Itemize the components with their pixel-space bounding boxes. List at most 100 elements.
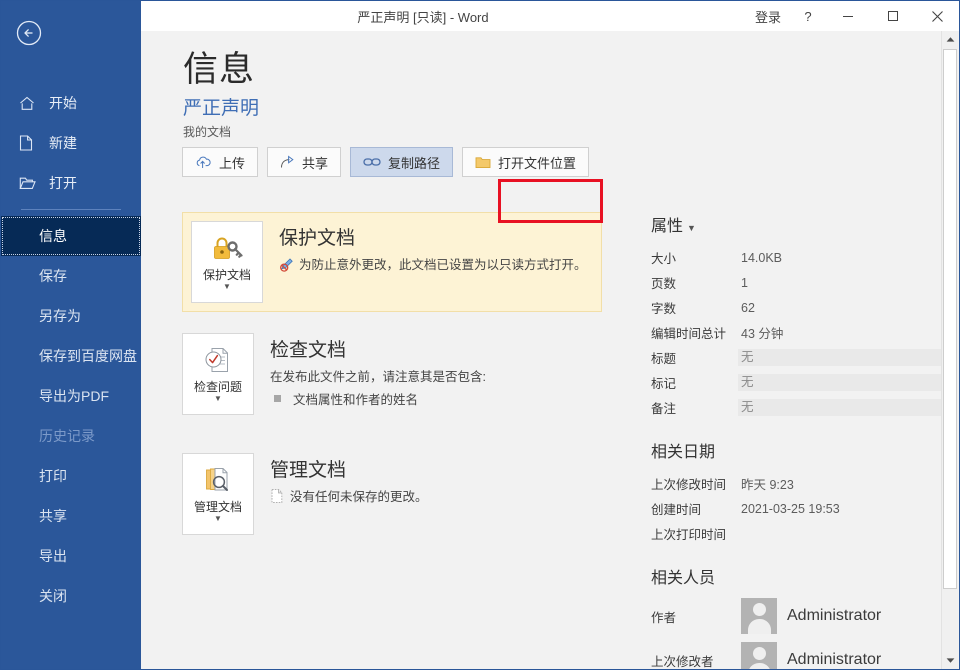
action-label: 共享	[302, 153, 328, 172]
check-for-issues-button[interactable]: 检查问题 ▼	[182, 333, 254, 415]
window-controls: 登录 ?	[745, 1, 960, 31]
card-line-text: 在发布此文件之前，请注意其是否包含:	[270, 368, 486, 386]
back-arrow-icon[interactable]	[9, 13, 49, 53]
people-heading: 相关人员	[651, 564, 941, 588]
sidebar-item-history[interactable]: 历史记录	[1, 416, 141, 456]
avatar	[741, 598, 777, 634]
copy-path-button[interactable]: 复制路径	[350, 147, 453, 177]
protect-document-button[interactable]: 保护文档 ▼	[191, 221, 263, 303]
sidebar-item-share[interactable]: 共享	[1, 496, 141, 536]
sidebar-item-open[interactable]: 打开	[1, 163, 141, 203]
upload-button[interactable]: 上传	[182, 147, 258, 177]
properties-panel: 属性 ▼ 大小 14.0KB 页数 1 字数 62 编辑时间总计 43 分钟 标…	[651, 212, 941, 669]
property-key: 大小	[651, 248, 741, 267]
sidebar-item-save-as[interactable]: 另存为	[1, 296, 141, 336]
sign-in-button[interactable]: 登录	[745, 1, 791, 31]
property-key: 标记	[651, 373, 741, 392]
person-value[interactable]: Administrator	[787, 607, 881, 625]
card-heading: 保护文档	[279, 223, 587, 250]
sidebar-item-home[interactable]: 开始	[1, 83, 141, 123]
card-line: 在发布此文件之前，请注意其是否包含:	[270, 368, 486, 386]
document-path: 我的文档	[183, 123, 231, 140]
link-icon	[363, 156, 381, 168]
card-line: 为防止意外更改，此文档已设置为以只读方式打开。	[279, 256, 587, 274]
sidebar-item-save-to-baidu[interactable]: 保存到百度网盘	[1, 336, 141, 376]
action-button-row: 上传 共享 复制路径	[182, 147, 589, 177]
open-file-location-button[interactable]: 打开文件位置	[462, 147, 589, 177]
chevron-down-icon[interactable]: ▼	[687, 223, 696, 233]
manage-document-button[interactable]: 管理文档 ▼	[182, 453, 254, 535]
sidebar-item-label: 关闭	[39, 586, 67, 606]
property-value[interactable]: 无	[738, 399, 941, 416]
sidebar-item-label: 另存为	[39, 306, 81, 326]
avatar	[741, 642, 777, 669]
property-key: 页数	[651, 273, 741, 292]
sidebar-item-export-pdf[interactable]: 导出为PDF	[1, 376, 141, 416]
new-document-icon	[19, 135, 41, 151]
card-bullet: 文档属性和作者的姓名	[270, 389, 486, 408]
sidebar-item-print[interactable]: 打印	[1, 456, 141, 496]
sidebar-item-label: 共享	[39, 506, 67, 526]
lock-key-icon	[210, 232, 244, 266]
chevron-down-icon[interactable]: ▼	[214, 395, 222, 403]
backstage-info-pane: 信息 严正声明 我的文档 上传	[141, 31, 944, 669]
folder-icon	[475, 156, 491, 169]
big-button-label: 检查问题	[186, 380, 250, 395]
person-row-last-modified-by: 上次修改者 Administrator	[651, 641, 941, 669]
card-bullet-text: 文档属性和作者的姓名	[293, 389, 418, 408]
property-value[interactable]: 62	[741, 301, 941, 315]
sidebar-item-new[interactable]: 新建	[1, 123, 141, 163]
sidebar-item-label: 信息	[39, 226, 67, 246]
backstage-sidebar: 开始 新建 打开 信息 保存	[1, 1, 141, 670]
action-label: 复制路径	[388, 153, 440, 172]
share-button[interactable]: 共享	[267, 147, 341, 177]
inspect-document-card: 检查问题 ▼ 检查文档 在发布此文件之前，请注意其是否包含: 文档属性和作者的姓…	[182, 333, 602, 443]
property-row-title: 标题 无	[651, 345, 941, 370]
scrollbar-thumb[interactable]	[943, 49, 957, 589]
date-row-modified: 上次修改时间 昨天 9:23	[651, 471, 941, 496]
word-backstage-window: 开始 新建 打开 信息 保存	[0, 0, 960, 670]
sidebar-item-export[interactable]: 导出	[1, 536, 141, 576]
spacer	[651, 420, 941, 438]
scroll-down-arrow-icon[interactable]	[942, 652, 958, 669]
scroll-up-arrow-icon[interactable]	[942, 31, 958, 48]
home-icon	[19, 95, 41, 111]
person-key: 上次修改者	[651, 641, 741, 669]
property-value[interactable]: 14.0KB	[741, 251, 941, 265]
chevron-down-icon[interactable]: ▼	[214, 515, 222, 523]
dates-heading-label: 相关日期	[651, 438, 715, 462]
date-key: 上次打印时间	[651, 524, 741, 543]
property-value[interactable]: 43 分钟	[741, 323, 941, 342]
card-body: 保护文档 为防止意外更改，此文档已设置为以只读方式打开。	[279, 221, 587, 303]
person-key: 作者	[651, 597, 741, 626]
bullet-square-icon	[274, 395, 281, 402]
property-value[interactable]: 无	[738, 374, 941, 391]
chevron-down-icon[interactable]: ▼	[223, 283, 231, 291]
sidebar-item-label: 打开	[49, 173, 77, 193]
minimize-button[interactable]	[825, 1, 870, 31]
card-line-text: 为防止意外更改，此文档已设置为以只读方式打开。	[299, 256, 587, 274]
sidebar-item-close[interactable]: 关闭	[1, 576, 141, 616]
document-name: 严正声明	[183, 93, 259, 120]
maximize-button[interactable]	[870, 1, 915, 31]
vertical-scrollbar[interactable]	[941, 31, 958, 669]
card-heading: 检查文档	[270, 335, 486, 362]
property-row-comments: 备注 无	[651, 395, 941, 420]
properties-heading[interactable]: 属性 ▼	[651, 212, 941, 236]
sidebar-item-save[interactable]: 保存	[1, 256, 141, 296]
sidebar-item-label: 保存到百度网盘	[39, 346, 137, 366]
date-key: 上次修改时间	[651, 474, 741, 493]
people-heading-label: 相关人员	[651, 564, 715, 588]
property-row-pages: 页数 1	[651, 270, 941, 295]
sidebar-item-label: 新建	[49, 133, 77, 153]
page-title: 信息	[183, 41, 255, 92]
property-key: 编辑时间总计	[651, 323, 741, 342]
close-button[interactable]	[915, 1, 960, 31]
sidebar-item-info[interactable]: 信息	[1, 216, 141, 256]
help-icon[interactable]: ?	[791, 1, 825, 31]
open-folder-icon	[19, 175, 41, 191]
person-value[interactable]: Administrator	[787, 651, 881, 669]
property-value[interactable]: 无	[738, 349, 941, 366]
property-key: 字数	[651, 298, 741, 317]
property-value[interactable]: 1	[741, 276, 941, 290]
